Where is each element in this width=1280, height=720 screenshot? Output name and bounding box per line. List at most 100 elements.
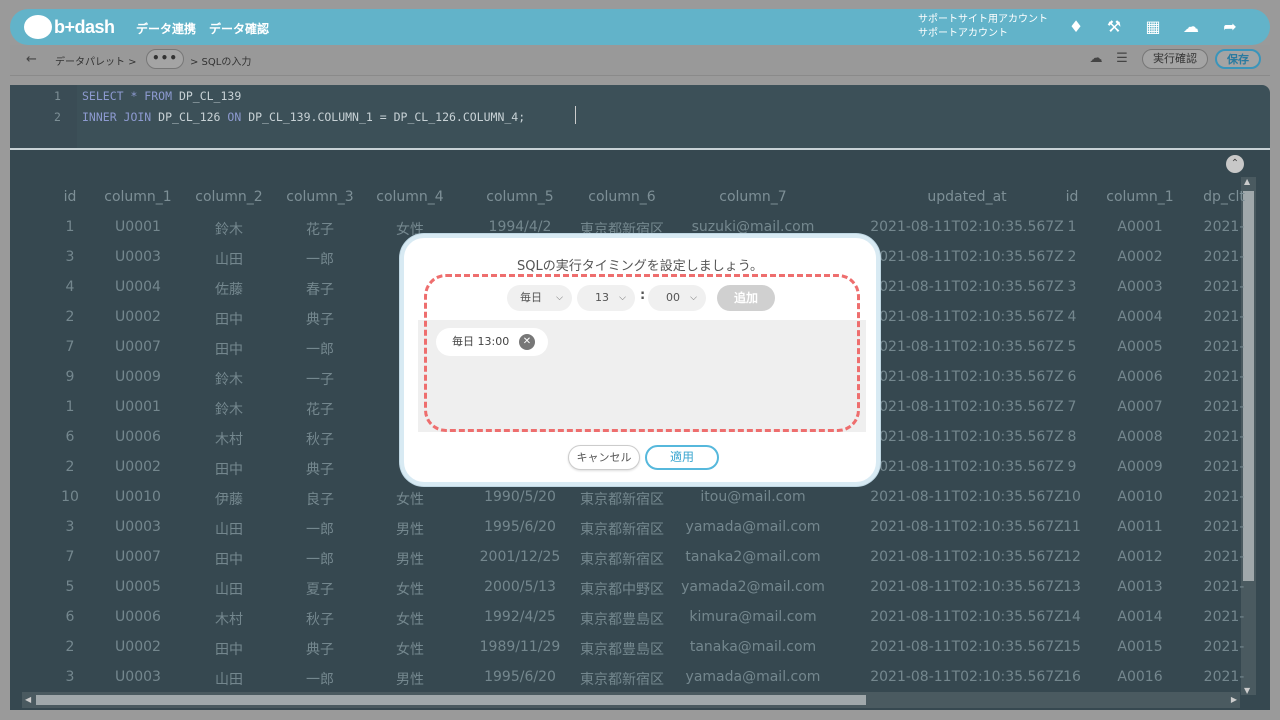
sql-editor[interactable]: 1 2 SELECT * FROM DP_CL_139 INNER JOIN D… xyxy=(10,85,1270,148)
logo-bubble-icon xyxy=(24,15,52,39)
column-header[interactable]: column_5 xyxy=(486,189,553,205)
logo[interactable]: b+dash xyxy=(24,14,115,40)
column-header[interactable]: column_6 xyxy=(588,189,655,205)
back-arrow-icon[interactable]: ← xyxy=(26,52,37,67)
column-header[interactable]: column_1 xyxy=(104,189,171,205)
table-cell: U0010 xyxy=(115,489,161,505)
table-cell: 典子 xyxy=(306,642,334,658)
table-cell: 16 xyxy=(1063,669,1081,685)
account-site-label: サポートサイト用アカウント xyxy=(918,14,1048,25)
table-cell: 2021- xyxy=(1203,609,1245,625)
table-cell: 東京都新宿区 xyxy=(580,552,664,568)
table-cell: 2021- xyxy=(1203,339,1245,355)
table-cell: 2021- xyxy=(1203,579,1245,595)
logo-text: b+dash xyxy=(54,16,115,37)
scroll-left-arrow-icon[interactable]: ◀ xyxy=(25,695,31,704)
line-number-gutter xyxy=(10,85,77,148)
scroll-up-arrow-icon[interactable]: ▲ xyxy=(1244,177,1250,186)
table-cell: 木村 xyxy=(215,612,243,628)
scroll-right-arrow-icon[interactable]: ▶ xyxy=(1231,695,1237,704)
collapse-chevron-up-icon[interactable]: ⌃ xyxy=(1226,155,1244,173)
table-cell: 鈴木 xyxy=(215,372,243,388)
table-cell: 一郎 xyxy=(306,252,334,268)
table-cell: 10 xyxy=(1063,489,1081,505)
cancel-button[interactable]: キャンセル xyxy=(568,445,640,470)
table-cell: 8 xyxy=(1067,429,1077,445)
sql-line-1: SELECT * FROM DP_CL_139 xyxy=(82,89,241,103)
table-cell: 田中 xyxy=(215,462,243,478)
table-cell: 6 xyxy=(65,609,75,625)
list-settings-icon[interactable]: ☰ xyxy=(1113,51,1131,69)
table-cell: 11 xyxy=(1063,519,1081,535)
scroll-down-arrow-icon[interactable]: ▼ xyxy=(1244,686,1250,695)
column-header[interactable]: column_1 xyxy=(1106,189,1173,205)
table-cell: 2021- xyxy=(1203,399,1245,415)
table-cell: 山田 xyxy=(215,522,243,538)
table-cell: 良子 xyxy=(306,492,334,508)
apply-button[interactable]: 適用 xyxy=(645,445,719,470)
horizontal-scroll-thumb[interactable] xyxy=(36,695,866,705)
table-cell: U0006 xyxy=(115,609,161,625)
wrench-icon[interactable]: ⚒ xyxy=(1104,17,1124,37)
table-cell: 2 xyxy=(65,459,75,475)
table-cell: A0010 xyxy=(1117,489,1163,505)
table-cell: 東京都中野区 xyxy=(580,582,664,598)
table-cell: 2021-08-11T02:10:35.567Z xyxy=(870,489,1064,505)
help-chat-icon[interactable]: ☁ xyxy=(1087,51,1105,69)
column-header[interactable]: dp_clt xyxy=(1203,189,1245,205)
table-cell: 木村 xyxy=(215,432,243,448)
highlight-dashed-box xyxy=(424,274,860,432)
sql-keyword: INNER JOIN xyxy=(82,110,152,124)
column-header[interactable]: column_3 xyxy=(286,189,353,205)
column-header[interactable]: id xyxy=(1066,189,1079,205)
table-cell: 2021- xyxy=(1203,219,1245,235)
table-cell: 鈴木 xyxy=(215,402,243,418)
sql-line-2: INNER JOIN DP_CL_126 ON DP_CL_139.COLUMN… xyxy=(82,110,525,124)
table-cell: U0009 xyxy=(115,369,161,385)
table-cell: 1 xyxy=(65,399,75,415)
account-info[interactable]: サポートサイト用アカウント サポートアカウント xyxy=(918,13,1048,41)
table-cell: 2021-08-11T02:10:35.567Z xyxy=(870,309,1064,325)
breadcrumb-more-button[interactable]: ••• xyxy=(146,49,184,69)
table-cell: 1995/6/20 xyxy=(484,669,556,685)
run-check-button[interactable]: 実行確認 xyxy=(1142,49,1208,69)
nav-data-check[interactable]: データ確認 xyxy=(209,20,269,37)
table-cell: 9 xyxy=(1067,459,1077,475)
column-header[interactable]: column_7 xyxy=(719,189,786,205)
table-cell: 佐藤 xyxy=(215,282,243,298)
table-cell: 伊藤 xyxy=(215,492,243,508)
table-cell: 山田 xyxy=(215,252,243,268)
table-cell: 2 xyxy=(1067,249,1077,265)
table-cell: 3 xyxy=(1067,279,1077,295)
column-header[interactable]: updated_at xyxy=(927,189,1006,205)
grid-icon[interactable]: ▦ xyxy=(1143,17,1163,37)
table-cell: 女性 xyxy=(396,582,424,598)
table-cell: 田中 xyxy=(215,552,243,568)
nav-data-integration[interactable]: データ連携 xyxy=(136,20,196,37)
table-cell: 2021- xyxy=(1203,369,1245,385)
logout-icon[interactable]: ➦ xyxy=(1220,17,1240,37)
table-cell: 2021-08-11T02:10:35.567Z xyxy=(870,519,1064,535)
table-cell: 14 xyxy=(1063,609,1081,625)
schedule-modal: SQLの実行タイミングを設定しましょう。 毎日 13:00 ✕ 毎日 ⌵ 13 ⌵ … xyxy=(400,234,880,486)
column-header[interactable]: column_2 xyxy=(195,189,262,205)
breadcrumb-data-palette[interactable]: データパレット > xyxy=(55,53,137,68)
table-cell: A0016 xyxy=(1117,669,1163,685)
table-cell: 女性 xyxy=(396,492,424,508)
column-header[interactable]: column_4 xyxy=(376,189,443,205)
top-navigation-bar: b+dash データ連携 データ確認 サポートサイト用アカウント サポートアカウ… xyxy=(10,9,1270,45)
table-cell: 12 xyxy=(1063,549,1081,565)
line-number: 2 xyxy=(54,110,61,124)
table-cell: 1 xyxy=(65,219,75,235)
table-cell: A0006 xyxy=(1117,369,1163,385)
table-cell: 5 xyxy=(65,579,75,595)
save-button[interactable]: 保存 xyxy=(1215,49,1261,69)
vertical-scroll-thumb[interactable] xyxy=(1243,191,1254,581)
bell-icon[interactable]: ♦ xyxy=(1066,17,1086,37)
table-cell: 鈴木 xyxy=(215,222,243,238)
table-cell: 15 xyxy=(1063,639,1081,655)
table-cell: U0003 xyxy=(115,249,161,265)
column-header[interactable]: id xyxy=(64,189,77,205)
support-chat-icon[interactable]: ☁ xyxy=(1181,17,1201,37)
horizontal-scrollbar[interactable]: ◀ ▶ xyxy=(22,692,1240,708)
